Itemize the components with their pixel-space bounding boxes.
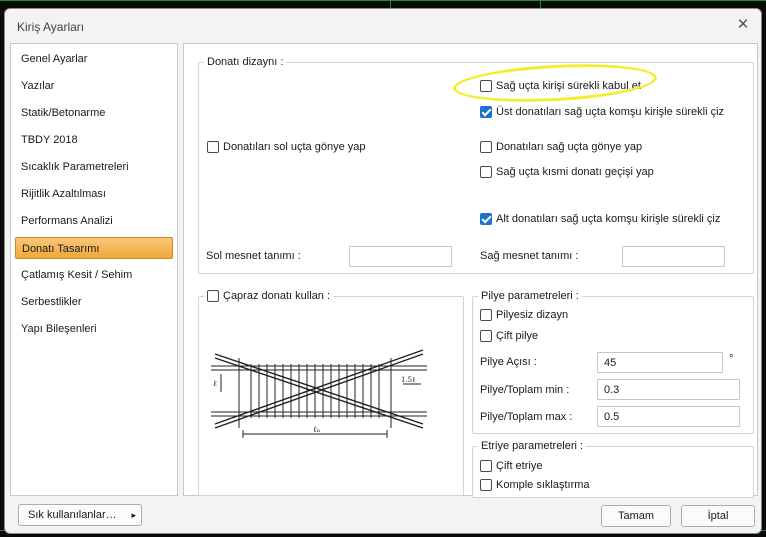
komple-siklastirma-checkbox[interactable]: Komple sıklaştırma [480,479,590,491]
pilye-max-label: Pilye/Toplam max : [480,411,573,423]
etriye-title: Etriye parametreleri : [478,440,587,452]
alt-surekli-checkbox[interactable]: Alt donatıları sağ uçta komşu kirişle sü… [480,213,720,225]
sidebar-item-sicaklik[interactable]: Sıcaklık Parametreleri [15,156,173,178]
title-bar: Kiriş Ayarları ✕ [5,9,761,41]
cift-pilye-label: Çift pilye [496,330,539,342]
alt-surekli-box[interactable] [480,213,492,225]
chevron-right-icon: ▸ [131,510,136,520]
sidebar-item-yazilar[interactable]: Yazılar [15,75,173,97]
sol-gonye-label: Donatıları sol uçta gönye yap [223,141,366,153]
background-canvas [0,0,766,1]
sol-gonye-box[interactable] [207,141,219,153]
sidebar-item-yapi-bilesenleri[interactable]: Yapı Bileşenleri [15,318,173,340]
sidebar-item-catlamis-kesit[interactable]: Çatlamış Kesit / Sehim [15,264,173,286]
sol-mesnet-label: Sol mesnet tanımı : [206,250,301,262]
sag-gonye-checkbox[interactable]: Donatıları sağ uçta gönye yap [480,141,642,153]
background-line [390,0,391,8]
pilye-aci-unit: ° [729,353,734,365]
komple-siklastirma-label: Komple sıklaştırma [496,479,590,491]
sidebar-item-serbestlikler[interactable]: Serbestlikler [15,291,173,313]
sol-mesnet-input[interactable] [349,246,452,267]
pilye-min-input[interactable] [597,379,740,400]
sidebar-item-tbdy-2018[interactable]: TBDY 2018 [15,129,173,151]
cift-etriye-label: Çift etriye [496,460,543,472]
ust-surekli-checkbox[interactable]: Üst donatıları sağ uçta komşu kirişle sü… [480,106,724,118]
alt-surekli-label: Alt donatıları sağ uçta komşu kirişle sü… [496,213,721,225]
diagram-label-bottom: ℓₙ [313,425,321,434]
close-icon[interactable]: ✕ [733,15,753,35]
favorites-label: Sık kullanılanlar… [28,509,117,521]
sag-gonye-box[interactable] [480,141,492,153]
sidebar-item-rijitlik[interactable]: Rijitlik Azaltılması [15,183,173,205]
cancel-button[interactable]: İptal [681,505,755,527]
komple-siklastirma-box[interactable] [480,479,492,491]
window-title: Kiriş Ayarları [17,20,85,34]
content-panel: Donatı dizaynı : Sağ uçta kirişi sürekli… [183,43,758,498]
ok-button[interactable]: Tamam [601,505,671,527]
cift-pilye-checkbox[interactable]: Çift pilye [480,330,538,342]
pilyesiz-box[interactable] [480,309,492,321]
cift-etriye-checkbox[interactable]: Çift etriye [480,460,542,472]
sag-mesnet-input[interactable] [622,246,725,267]
capraz-donati-checkbox[interactable]: Çapraz donatı kullan : [204,290,334,302]
sidebar-item-performans[interactable]: Performans Analizi [15,210,173,232]
sag-kismi-checkbox[interactable]: Sağ uçta kısmi donatı geçişi yap [480,166,654,178]
pilye-aci-label: Pilye Açısı : [480,356,537,368]
sidebar-item-statik-betonarme[interactable]: Statik/Betonarme [15,102,173,124]
dialog-window: Kiriş Ayarları ✕ Genel Ayarlar Yazılar S… [4,8,762,534]
favorites-button[interactable]: Sık kullanılanlar… ▸ [18,504,142,526]
background-line [540,0,541,8]
diagram-label-right: 1.5ℓ [401,376,416,384]
sidebar-item-donati-tasarimi[interactable]: Donatı Tasarımı [15,237,173,259]
ust-surekli-box[interactable] [480,106,492,118]
cift-etriye-box[interactable] [480,460,492,472]
capraz-donati-box[interactable] [207,290,219,302]
capraz-donati-diagram: ℓ 1.5ℓ ℓₙ [207,336,431,446]
capraz-donati-label: Çapraz donatı kullan : [223,290,331,302]
pilyesiz-checkbox[interactable]: Pilyesiz dizayn [480,309,568,321]
pilye-min-label: Pilye/Toplam min : [480,384,570,396]
donati-dizayni-title: Donatı dizaynı : [204,56,287,68]
pilye-title: Pilye parametreleri : [478,290,582,302]
sidebar-nav: Genel Ayarlar Yazılar Statik/Betonarme T… [10,43,178,496]
sol-gonye-checkbox[interactable]: Donatıları sol uçta gönye yap [207,141,365,153]
diagram-label-left: ℓ [213,379,217,388]
pilye-max-input[interactable] [597,406,740,427]
sag-kismi-label: Sağ uçta kısmi donatı geçişi yap [496,166,654,178]
sidebar-item-genel-ayarlar[interactable]: Genel Ayarlar [15,48,173,70]
sag-gonye-label: Donatıları sağ uçta gönye yap [496,141,643,153]
sag-mesnet-label: Sağ mesnet tanımı : [480,250,579,262]
sag-kismi-box[interactable] [480,166,492,178]
cift-pilye-box[interactable] [480,330,492,342]
ust-surekli-label: Üst donatıları sağ uçta komşu kirişle sü… [496,106,725,118]
pilyesiz-label: Pilyesiz dizayn [496,309,569,321]
pilye-aci-input[interactable] [597,352,723,373]
